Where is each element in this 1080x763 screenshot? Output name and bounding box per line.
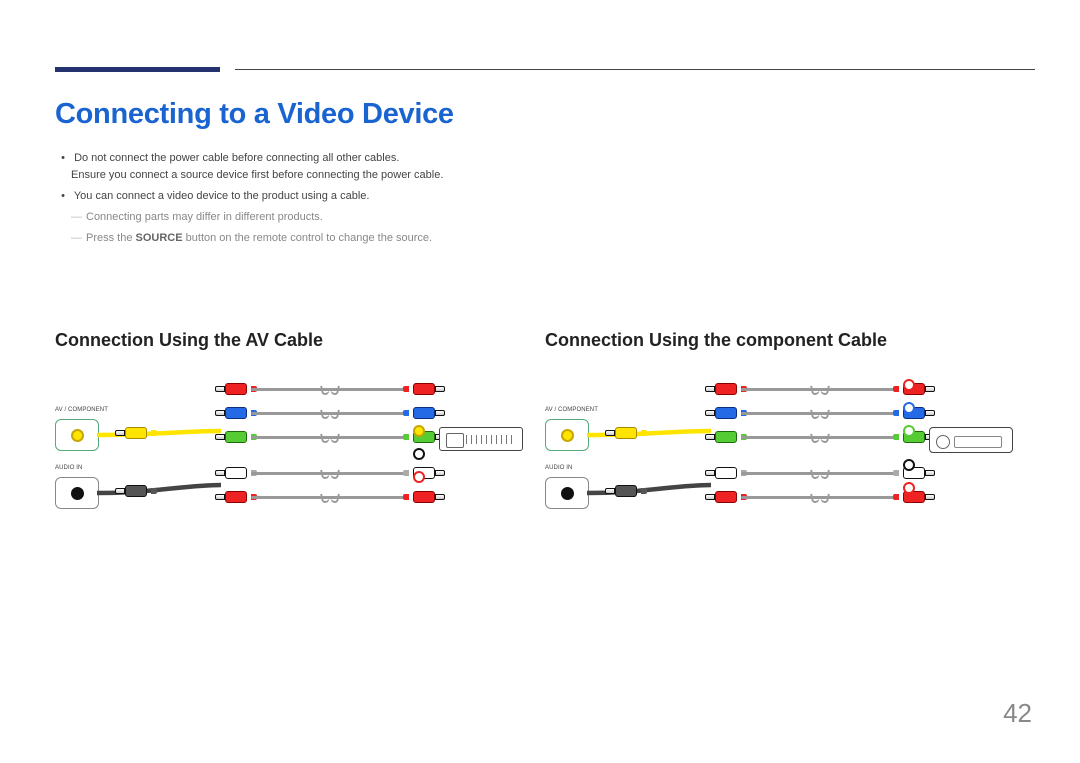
port-av-component [55, 419, 99, 451]
cable-row [705, 379, 935, 399]
rca-plug-blue-icon [215, 405, 253, 421]
cable-row [215, 427, 445, 447]
cable-row [705, 487, 935, 507]
dest-jacks-component [903, 379, 917, 505]
label-audio-in-r: AUDIO IN [545, 465, 572, 471]
intro-bullet-2: You can connect a video device to the pr… [55, 188, 695, 205]
cable-wire-icon [741, 388, 899, 391]
section-av-cable: Connection Using the AV Cable AV / COMPO… [55, 330, 545, 554]
cable-row [215, 379, 445, 399]
rca-plug-blue-icon [705, 405, 743, 421]
cable-rows-av [215, 379, 445, 511]
intro-note-1: Connecting parts may differ in different… [71, 209, 695, 226]
page-number: 42 [1003, 698, 1032, 729]
rca-plug-green-icon [215, 429, 253, 445]
intro-note-2: Press the SOURCE button on the remote co… [71, 230, 695, 247]
rca-plug-blue-icon [407, 405, 445, 421]
diagram-component: AV / COMPONENT AUDIO IN [545, 379, 1035, 554]
rca-plug-white-icon [705, 465, 743, 481]
rca-plug-white-icon [215, 465, 253, 481]
cable-wire-icon [741, 412, 899, 415]
cable-wire-icon [251, 472, 409, 475]
cable-wire-icon [251, 412, 409, 415]
dest-jack-red-icon [413, 471, 425, 483]
cable-wire-icon [251, 388, 409, 391]
jack-audio-icon [71, 487, 84, 500]
diagram-av: AV / COMPONENT AUDIO IN [55, 379, 545, 554]
plug-yellow-left-r-icon [605, 425, 643, 441]
label-audio-in: AUDIO IN [55, 465, 82, 471]
cable-wire-icon [741, 496, 899, 499]
dest-jack-red2-icon [903, 482, 915, 494]
cable-row [215, 403, 445, 423]
section-component-cable: Connection Using the component Cable AV … [545, 330, 1035, 554]
rca-plug-red-icon [705, 489, 743, 505]
cable-wire-icon [251, 436, 409, 439]
cable-wire-icon [741, 472, 899, 475]
rca-plug-red-icon [215, 489, 253, 505]
intro-text: Do not connect the power cable before co… [55, 150, 695, 247]
dest-jack-white-icon [413, 448, 425, 460]
dest-jack-green-icon [903, 425, 915, 437]
cable-row [705, 403, 935, 423]
cable-row [215, 463, 445, 483]
cable-wire-icon [741, 436, 899, 439]
dest-jack-white-icon [903, 459, 915, 471]
plug-yellow-left-icon [115, 425, 153, 441]
heading-av: Connection Using the AV Cable [55, 330, 545, 351]
plug-black-left-icon [115, 483, 153, 499]
rca-plug-green-icon [705, 429, 743, 445]
dest-jacks-av [413, 425, 427, 494]
jack-audio-icon [561, 487, 574, 500]
label-av-component: AV / COMPONENT [55, 407, 108, 413]
page-title: Connecting to a Video Device [55, 98, 454, 131]
jack-yellow-icon [561, 429, 574, 442]
rca-plug-red-icon [407, 381, 445, 397]
cable-row [215, 487, 445, 507]
rca-plug-red-icon [215, 381, 253, 397]
heading-component: Connection Using the component Cable [545, 330, 1035, 351]
rca-plug-red-icon [705, 381, 743, 397]
jack-yellow-icon [71, 429, 84, 442]
intro-bullet-1: Do not connect the power cable before co… [55, 150, 695, 184]
plug-black-left-r-icon [605, 483, 643, 499]
header-accent-bar [55, 67, 220, 72]
dest-jack-red-icon [903, 379, 915, 391]
label-av-component-r: AV / COMPONENT [545, 407, 598, 413]
cable-rows-component [705, 379, 935, 511]
device-dvd-icon [439, 427, 523, 451]
port-audio-in-r [545, 477, 589, 509]
cable-row [705, 463, 935, 483]
header-rule [235, 69, 1035, 70]
port-audio-in [55, 477, 99, 509]
device-receiver-icon [929, 427, 1013, 453]
port-av-component-r [545, 419, 589, 451]
cable-row [705, 427, 935, 447]
dest-jack-yellow-icon [413, 425, 425, 437]
dest-jack-blue-icon [903, 402, 915, 414]
cable-wire-icon [251, 496, 409, 499]
